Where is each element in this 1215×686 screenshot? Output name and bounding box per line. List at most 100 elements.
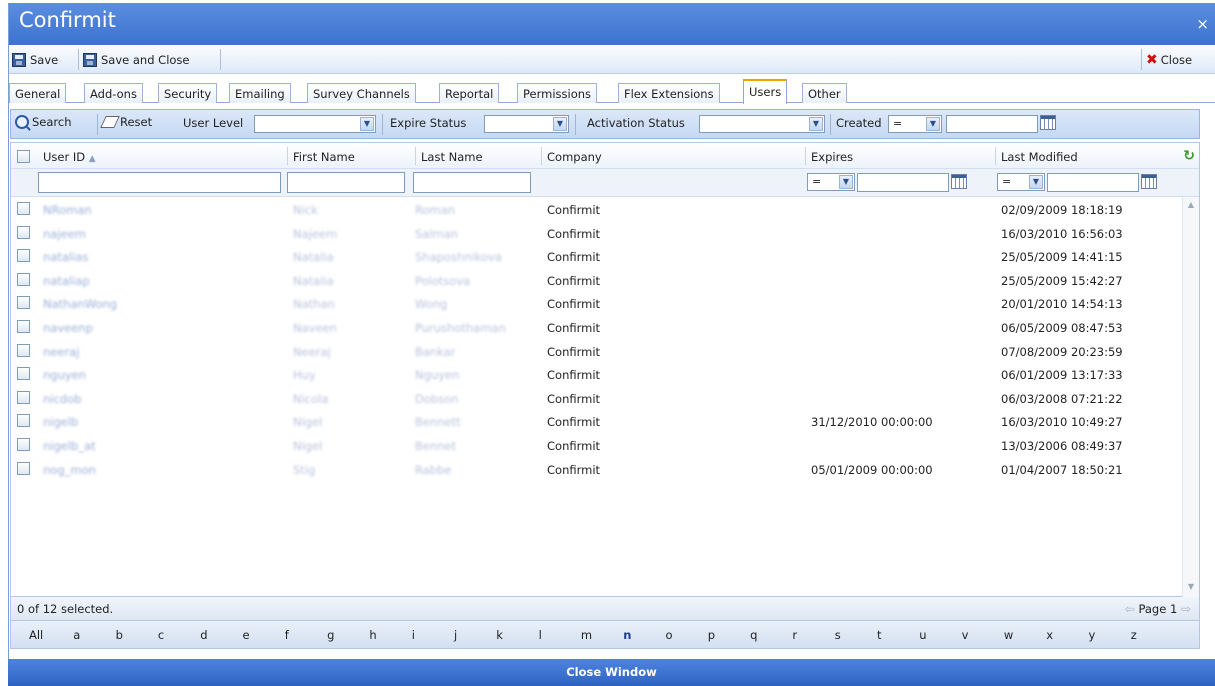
- tab-security[interactable]: Security: [158, 83, 218, 103]
- row-checkbox[interactable]: [17, 249, 30, 263]
- user-id-cell[interactable]: nicdob: [43, 392, 81, 406]
- tab-survey-channels[interactable]: Survey Channels: [307, 83, 416, 103]
- tab-flex-extensions[interactable]: Flex Extensions: [618, 83, 720, 103]
- table-row[interactable]: nataliap Natalia Polotsova Confirmit 25/05/2…: [11, 269, 1181, 292]
- calendar-icon[interactable]: [951, 174, 967, 189]
- alphabet-letter-w[interactable]: w: [1004, 628, 1013, 642]
- alphabet-letter-i[interactable]: i: [412, 628, 415, 642]
- alphabet-letter-r[interactable]: r: [792, 628, 797, 642]
- user-id-cell[interactable]: neeraj: [43, 345, 79, 359]
- user-id-cell[interactable]: nguyen: [43, 368, 86, 382]
- calendar-icon[interactable]: [1141, 174, 1157, 189]
- table-row[interactable]: natalias Natalia Shaposhnikova Confirmit 25/…: [11, 245, 1181, 268]
- table-row[interactable]: naveenp Naveen Purushothaman Confirmit 06/05…: [11, 316, 1181, 339]
- vertical-scrollbar[interactable]: ▲ ▼: [1182, 197, 1199, 597]
- row-checkbox[interactable]: [17, 461, 30, 475]
- tab-users[interactable]: Users: [743, 79, 788, 104]
- activation-status-select[interactable]: ▼: [699, 115, 825, 133]
- reset-button[interactable]: Reset: [100, 115, 152, 129]
- alphabet-letter-o[interactable]: o: [666, 628, 673, 642]
- alphabet-letter-j[interactable]: j: [454, 628, 457, 642]
- table-row[interactable]: neeraj Neeraj Bankar Confirmit 07/08/2009 20…: [11, 340, 1181, 363]
- user-id-cell[interactable]: najeem: [43, 227, 86, 241]
- created-operator-select[interactable]: = ▼: [888, 115, 942, 133]
- alphabet-letter-z[interactable]: z: [1131, 628, 1137, 642]
- tab-emailing[interactable]: Emailing: [229, 83, 291, 103]
- alphabet-letter-a[interactable]: a: [73, 628, 80, 642]
- row-checkbox[interactable]: [17, 272, 30, 286]
- column-company[interactable]: Company: [547, 150, 602, 164]
- alphabet-letter-g[interactable]: g: [327, 628, 334, 642]
- modified-date-input[interactable]: [1047, 173, 1139, 192]
- tab-other[interactable]: Other: [802, 83, 847, 103]
- alphabet-letter-n[interactable]: n: [623, 628, 631, 642]
- refresh-icon[interactable]: ↻: [1183, 148, 1195, 164]
- next-page-icon[interactable]: ⇨: [1181, 602, 1191, 616]
- column-user-id[interactable]: User ID ▲: [43, 150, 96, 164]
- alphabet-letter-v[interactable]: v: [962, 628, 969, 642]
- close-button[interactable]: ✖ Close: [1146, 50, 1192, 69]
- modified-operator-select[interactable]: = ▼: [997, 173, 1045, 191]
- window-close-icon[interactable]: ×: [1196, 15, 1209, 33]
- alphabet-letter-t[interactable]: t: [877, 628, 882, 642]
- alphabet-letter-u[interactable]: u: [919, 628, 926, 642]
- search-button[interactable]: Search: [15, 115, 72, 129]
- user-id-cell[interactable]: natalias: [43, 250, 88, 264]
- user-id-cell[interactable]: nataliap: [43, 274, 90, 288]
- alphabet-letter-l[interactable]: l: [539, 628, 542, 642]
- table-row[interactable]: NRoman Nick Roman Confirmit 02/09/2009 18:18…: [11, 198, 1181, 221]
- column-last-name[interactable]: Last Name: [421, 150, 483, 164]
- alphabet-letter-y[interactable]: y: [1089, 628, 1096, 642]
- created-date-input[interactable]: [946, 115, 1038, 133]
- previous-page-icon[interactable]: ⇦: [1125, 602, 1135, 616]
- user-id-cell[interactable]: nigelb: [43, 415, 78, 429]
- alphabet-letter-s[interactable]: s: [835, 628, 841, 642]
- save-button[interactable]: Save: [12, 50, 58, 69]
- expire-status-select[interactable]: ▼: [484, 115, 569, 133]
- user-id-filter-input[interactable]: [38, 172, 281, 193]
- alphabet-letter-h[interactable]: h: [369, 628, 376, 642]
- expires-operator-select[interactable]: = ▼: [807, 173, 855, 191]
- select-all-checkbox[interactable]: [17, 150, 30, 163]
- alphabet-letter-k[interactable]: k: [496, 628, 503, 642]
- tab-general[interactable]: General: [9, 83, 67, 103]
- user-id-cell[interactable]: NathanWong: [43, 297, 117, 311]
- user-id-cell[interactable]: nigelb_at: [43, 439, 96, 453]
- last-name-filter-input[interactable]: [413, 172, 531, 193]
- user-level-select[interactable]: ▼: [254, 115, 376, 133]
- scroll-up-icon[interactable]: ▲: [1185, 200, 1197, 212]
- alphabet-letter-f[interactable]: f: [285, 628, 289, 642]
- table-row[interactable]: najeem Najeem Salman Confirmit 16/03/2010 16…: [11, 222, 1181, 245]
- row-checkbox[interactable]: [17, 320, 30, 333]
- expires-date-input[interactable]: [857, 173, 949, 192]
- alphabet-letter-b[interactable]: b: [116, 628, 123, 642]
- alphabet-letter-d[interactable]: d: [200, 628, 207, 642]
- alphabet-letter-p[interactable]: p: [708, 628, 715, 642]
- alphabet-letter-x[interactable]: x: [1046, 628, 1053, 642]
- user-id-cell[interactable]: nog_mon: [43, 463, 96, 477]
- row-checkbox[interactable]: [17, 414, 30, 428]
- row-checkbox[interactable]: [17, 202, 30, 215]
- first-name-filter-input[interactable]: [287, 172, 405, 193]
- row-checkbox[interactable]: [17, 367, 30, 381]
- tab-reportal[interactable]: Reportal: [439, 83, 500, 103]
- row-checkbox[interactable]: [17, 225, 30, 239]
- row-checkbox[interactable]: [17, 390, 30, 404]
- save-and-close-button[interactable]: Save and Close: [83, 50, 190, 69]
- scroll-down-icon[interactable]: ▼: [1185, 582, 1197, 594]
- table-row[interactable]: nigelb Nigel Bennett Confirmit 31/12/2010 00…: [11, 410, 1181, 433]
- alphabet-letter-e[interactable]: e: [243, 628, 250, 642]
- calendar-icon[interactable]: [1040, 115, 1056, 130]
- table-row[interactable]: nigelb_at Nigel Bennet Confirmit 13/03/2006 …: [11, 434, 1181, 457]
- user-id-cell[interactable]: NRoman: [43, 203, 92, 217]
- alphabet-letter-q[interactable]: q: [750, 628, 757, 642]
- column-first-name[interactable]: First Name: [293, 150, 355, 164]
- alphabet-letter-m[interactable]: m: [581, 628, 592, 642]
- alphabet-letter-all[interactable]: All: [29, 628, 43, 642]
- row-checkbox[interactable]: [17, 296, 30, 310]
- column-expires[interactable]: Expires: [811, 150, 853, 164]
- tab-permissions[interactable]: Permissions: [517, 83, 598, 103]
- close-window-button[interactable]: Close Window: [8, 659, 1215, 686]
- row-checkbox[interactable]: [17, 438, 30, 451]
- alphabet-letter-c[interactable]: c: [158, 628, 164, 642]
